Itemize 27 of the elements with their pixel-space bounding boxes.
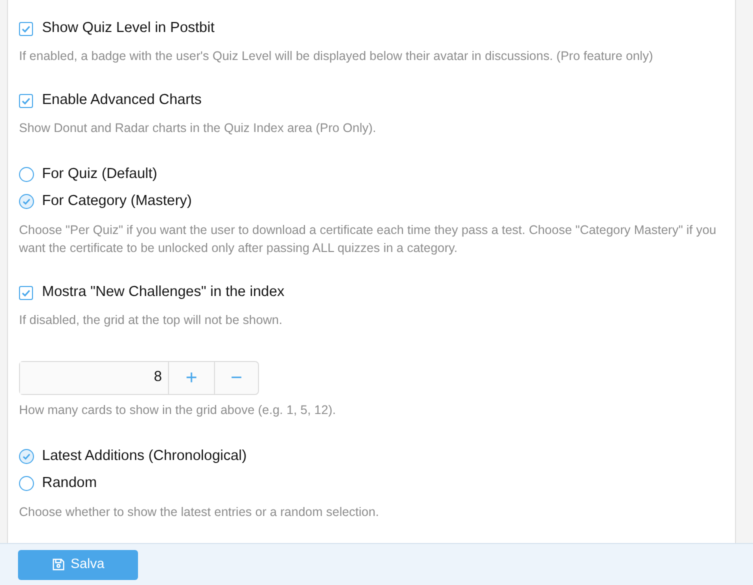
number-field[interactable]: 8 bbox=[19, 361, 169, 395]
checkbox-label[interactable]: Enable Advanced Charts bbox=[42, 90, 202, 112]
radio-button[interactable] bbox=[19, 194, 34, 209]
checkbox[interactable] bbox=[19, 94, 33, 108]
hint-text: If disabled, the grid at the top will not be shown. bbox=[19, 312, 284, 329]
check-icon bbox=[22, 197, 31, 206]
checkbox[interactable] bbox=[19, 22, 33, 36]
checkbox-label[interactable]: Mostra "New Challenges" in the index bbox=[42, 282, 284, 304]
checkbox[interactable] bbox=[19, 286, 33, 300]
radio-label[interactable]: For Category (Mastery) bbox=[42, 190, 192, 212]
check-icon bbox=[21, 24, 31, 34]
check-icon bbox=[21, 288, 31, 298]
radio-button[interactable] bbox=[19, 167, 34, 182]
radio-label[interactable]: Random bbox=[42, 472, 97, 494]
hint-text: If enabled, a badge with the user's Quiz Level will be displayed below their avatar in discussions. (Pro feature only) bbox=[19, 48, 654, 65]
check-icon bbox=[22, 452, 31, 461]
hint-text: How many cards to show in the grid above (e.g. 1, 5, 12). bbox=[19, 402, 337, 419]
check-icon bbox=[21, 96, 31, 106]
radio-label[interactable]: Latest Additions (Chronological) bbox=[42, 446, 247, 468]
radio-button[interactable] bbox=[19, 449, 34, 464]
radio-button[interactable] bbox=[19, 476, 34, 491]
hint-text: Show Donut and Radar charts in the Quiz Index area (Pro Only). bbox=[19, 120, 378, 137]
checkbox-label[interactable]: Show Quiz Level in Postbit bbox=[42, 18, 214, 40]
hint-text: Choose whether to show the latest entries or a random selection. bbox=[19, 504, 380, 521]
save-icon bbox=[52, 558, 65, 571]
hint-text: Choose "Per Quiz" if you want the user to download a certificate each time they pass a test. Choose "Category Mastery" if you want the certificate to be unlocked only after passing ALL quizzes in a category. bbox=[19, 222, 718, 257]
radio-label[interactable]: For Quiz (Default) bbox=[42, 164, 158, 186]
